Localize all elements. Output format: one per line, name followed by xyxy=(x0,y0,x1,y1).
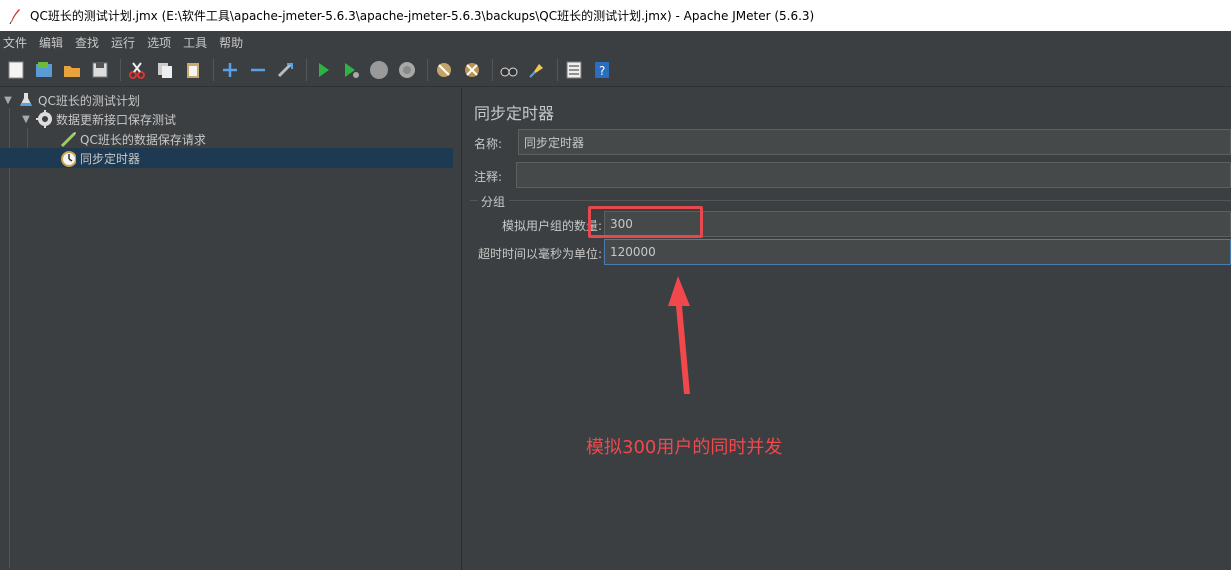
search-icon[interactable] xyxy=(497,58,521,82)
start-icon[interactable] xyxy=(311,58,335,82)
toolbar-separator xyxy=(557,58,558,81)
toolbar: ? xyxy=(0,53,1231,87)
help-icon[interactable]: ? xyxy=(590,58,614,82)
function-helper-icon[interactable] xyxy=(562,58,586,82)
copy-icon[interactable] xyxy=(153,58,177,82)
arrow-up-icon xyxy=(668,276,690,394)
clear-all-icon[interactable] xyxy=(460,58,484,82)
stop-icon[interactable] xyxy=(367,58,391,82)
chevron-down-icon[interactable]: ▼ xyxy=(2,95,14,106)
toolbar-separator xyxy=(492,58,493,81)
thread-group-icon xyxy=(36,110,52,128)
tree-item-label: QC班长的数据保存请求 xyxy=(80,132,206,147)
comment-label: 注释: xyxy=(474,170,503,184)
svg-text:?: ? xyxy=(599,64,605,78)
shutdown-icon[interactable] xyxy=(395,58,419,82)
name-field[interactable]: 同步定时器 xyxy=(518,129,1231,155)
collapse-icon[interactable] xyxy=(246,58,270,82)
toggle-icon[interactable] xyxy=(274,58,298,82)
group-border xyxy=(470,200,478,201)
open-icon[interactable] xyxy=(60,58,84,82)
paste-icon[interactable] xyxy=(181,58,205,82)
timeout-label: 超时时间以毫秒为单位: xyxy=(478,247,603,261)
menu-search[interactable]: 查找 xyxy=(72,34,104,51)
tree-item-thread-group[interactable]: ▼ 数据更新接口保存测试 xyxy=(20,109,176,129)
window-title-bar: QC班长的测试计划.jmx (E:\软件工具\apache-jmeter-5.6… xyxy=(0,0,1231,31)
start-no-pause-icon[interactable] xyxy=(339,58,363,82)
cut-icon[interactable] xyxy=(125,58,149,82)
reset-search-icon[interactable] xyxy=(525,58,549,82)
menu-options[interactable]: 选项 xyxy=(144,34,176,51)
expand-icon[interactable] xyxy=(218,58,242,82)
panel-title: 同步定时器 xyxy=(474,104,555,123)
tree-item-test-plan[interactable]: ▼ QC班长的测试计划 xyxy=(2,90,140,110)
group-label: 分组 xyxy=(481,195,506,209)
comment-field[interactable] xyxy=(516,162,1231,188)
toolbar-separator xyxy=(427,58,428,81)
templates-icon[interactable] xyxy=(32,58,56,82)
menu-tools[interactable]: 工具 xyxy=(180,34,212,51)
test-plan-icon xyxy=(18,92,34,108)
clear-icon[interactable] xyxy=(432,58,456,82)
menu-bar: 文件 编辑 查找 运行 选项 工具 帮助 xyxy=(0,31,1231,53)
menu-help[interactable]: 帮助 xyxy=(216,34,248,51)
chevron-down-icon[interactable]: ▼ xyxy=(20,114,32,125)
sampler-icon xyxy=(60,131,76,148)
test-plan-tree: ▼ QC班长的测试计划 ▼ 数据更新接口保存测试 QC班长的数据保存请求 同步定… xyxy=(0,88,462,570)
new-icon[interactable] xyxy=(4,58,28,82)
annotation-text: 模拟300用户的同时并发 xyxy=(586,437,783,458)
save-icon[interactable] xyxy=(88,58,112,82)
toolbar-separator xyxy=(213,58,214,81)
menu-run[interactable]: 运行 xyxy=(108,34,140,51)
name-label: 名称: xyxy=(474,137,503,151)
highlight-box xyxy=(588,206,703,238)
tree-item-sampler[interactable]: QC班长的数据保存请求 xyxy=(60,129,206,149)
tree-item-label: 数据更新接口保存测试 xyxy=(56,112,177,127)
toolbar-separator xyxy=(120,58,121,81)
window-title: QC班长的测试计划.jmx (E:\软件工具\apache-jmeter-5.6… xyxy=(30,9,815,23)
timeout-field[interactable]: 120000 xyxy=(604,239,1231,265)
tree-item-label: QC班长的测试计划 xyxy=(38,93,140,108)
jmeter-feather-icon xyxy=(8,8,22,24)
menu-file[interactable]: 文件 xyxy=(0,34,32,51)
tree-guide-line xyxy=(9,108,10,568)
group-border xyxy=(509,200,1231,201)
tree-item-label: 同步定时器 xyxy=(80,151,141,166)
menu-edit[interactable]: 编辑 xyxy=(36,34,68,51)
tree-item-timer[interactable]: 同步定时器 xyxy=(0,148,453,168)
toolbar-separator xyxy=(306,58,307,81)
timer-icon xyxy=(60,150,76,167)
